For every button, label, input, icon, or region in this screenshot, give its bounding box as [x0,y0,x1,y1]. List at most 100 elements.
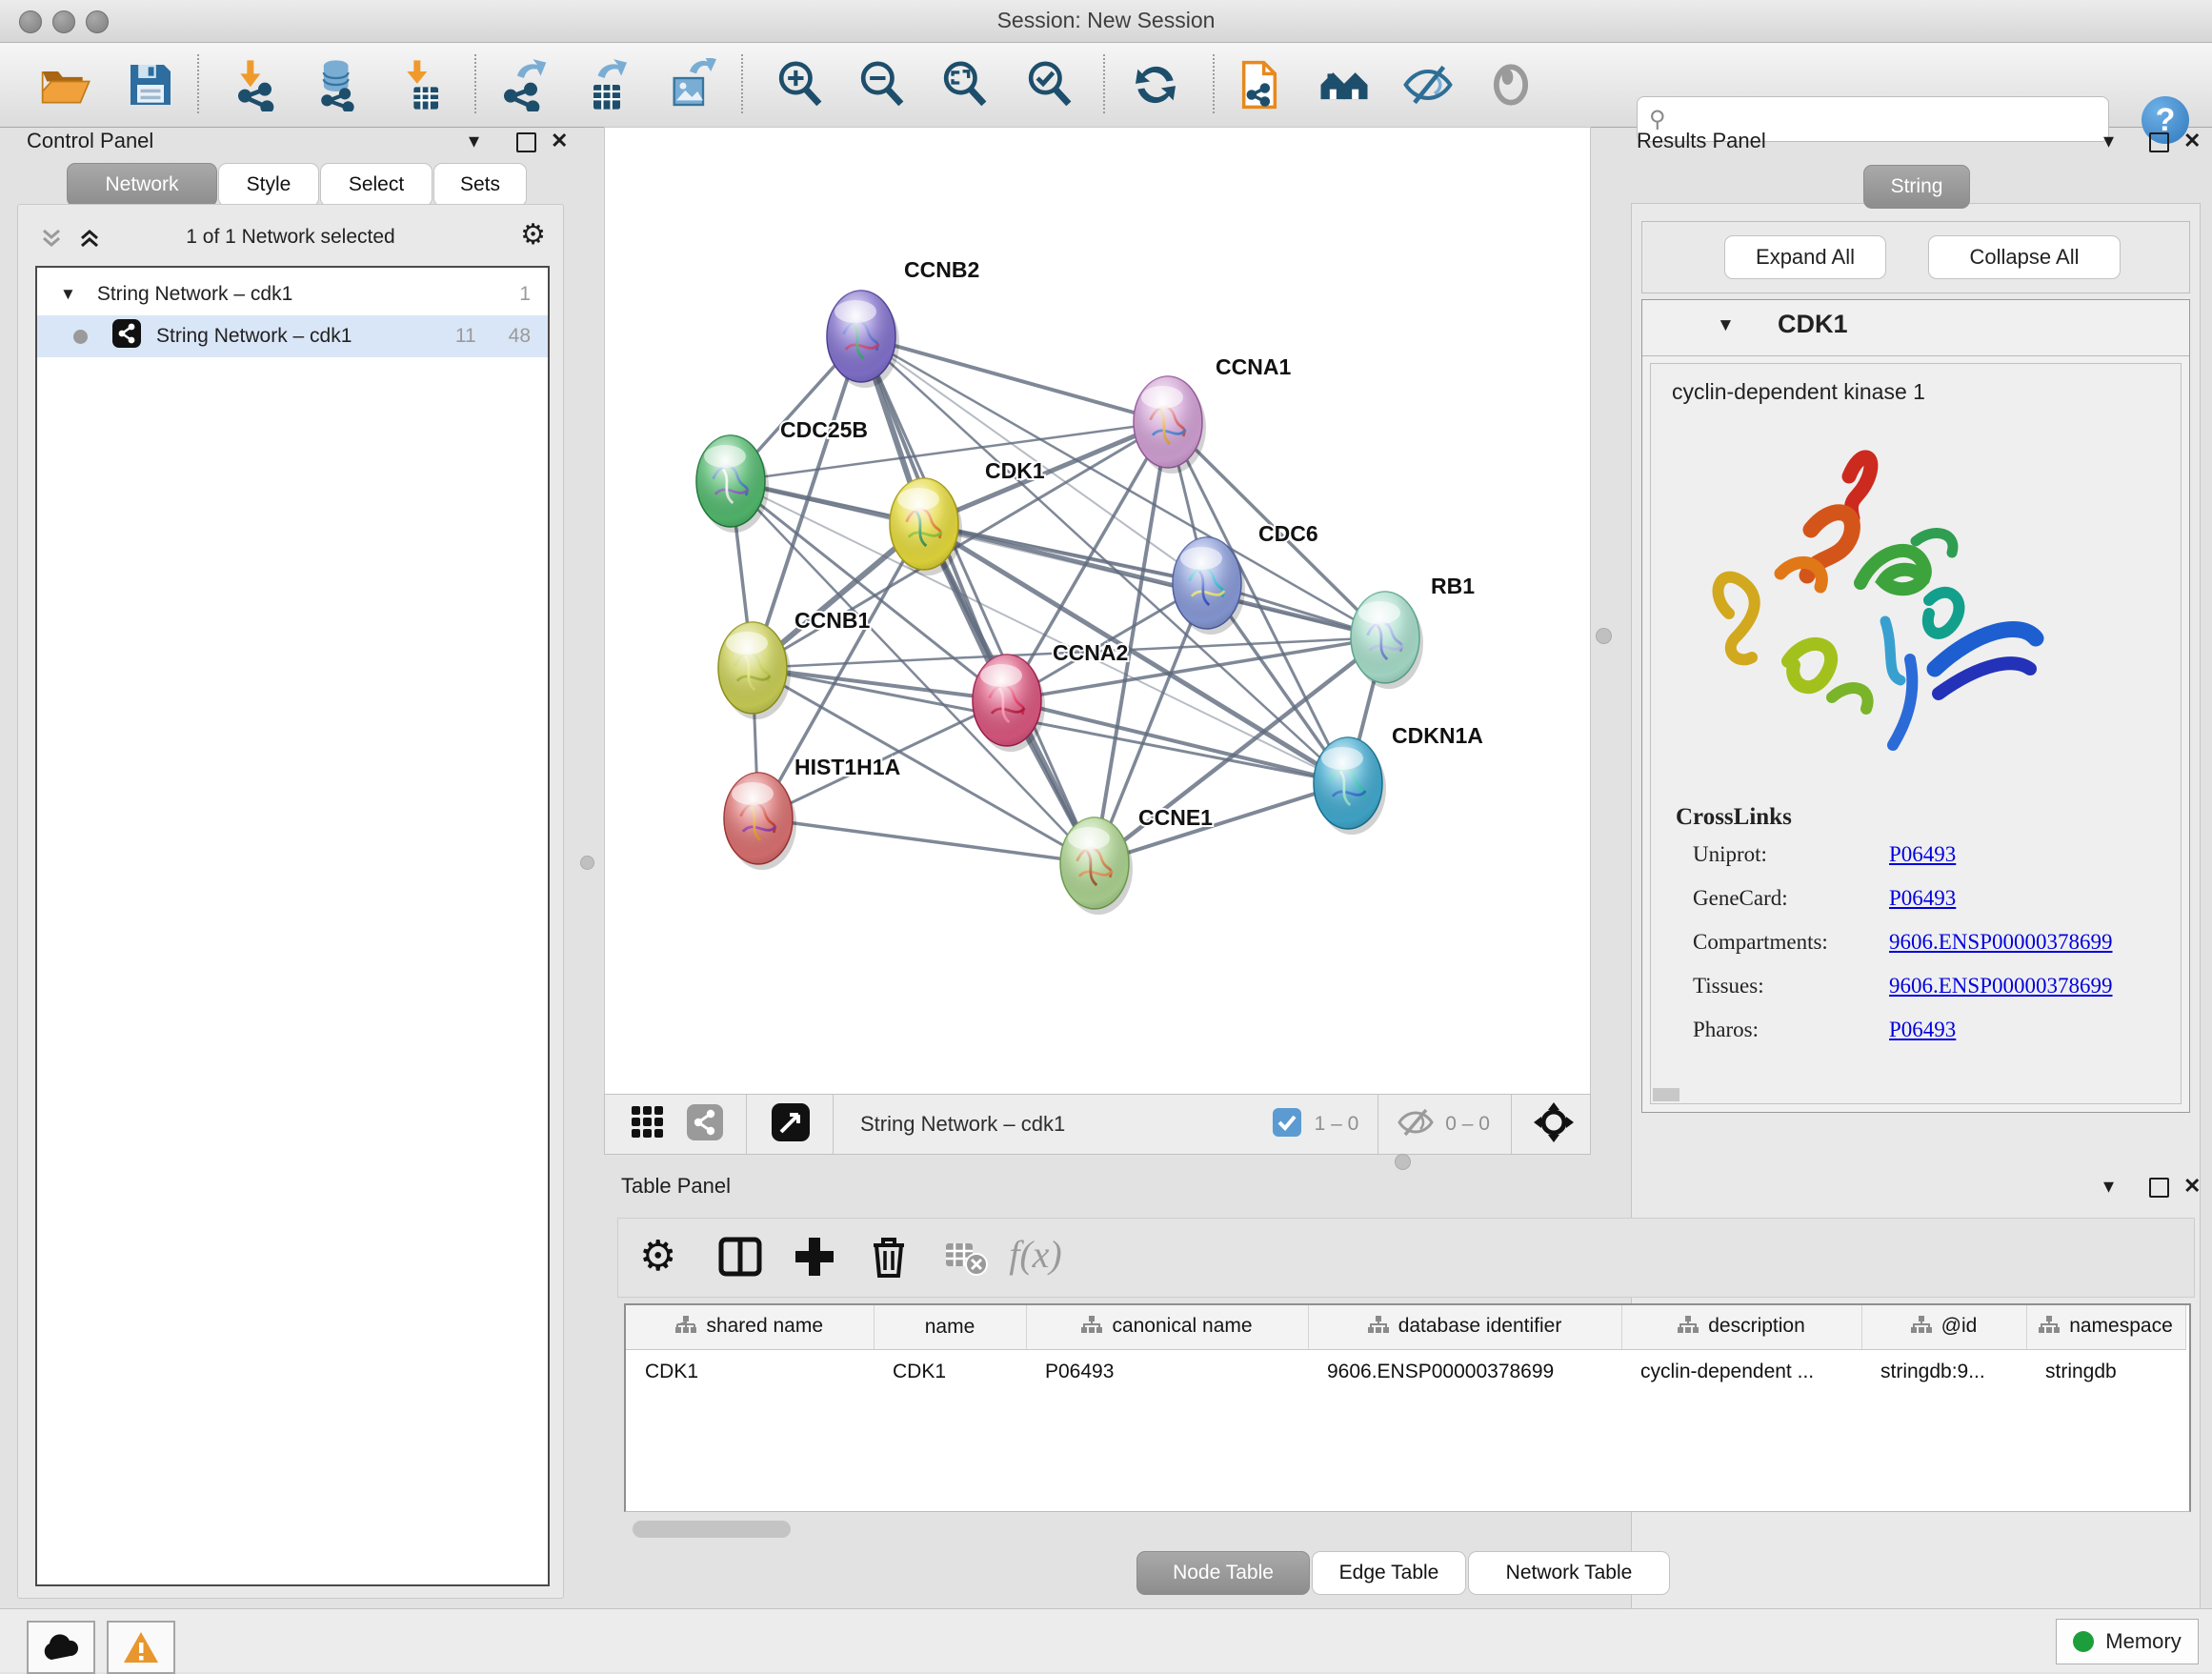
tab-sets[interactable]: Sets [433,163,527,207]
column-header[interactable]: namespace [2026,1305,2185,1350]
cell-id[interactable]: stringdb:9... [1861,1350,2026,1395]
export-network-icon[interactable] [497,58,551,111]
grid-view-icon[interactable] [630,1104,666,1145]
expand-all-button[interactable]: Expand All [1724,235,1886,279]
left-splitter-handle[interactable] [580,856,594,870]
node-CCNE1[interactable] [1060,817,1133,915]
edge-CCNB1-CCNA2[interactable] [753,668,1007,700]
network-canvas[interactable]: CCNB2CCNA1CDC25BCDK1CDC6RB1CCNB1CCNA2CDK… [604,127,1591,1096]
show-columns-icon[interactable] [715,1232,765,1281]
node-CDK1[interactable] [890,478,962,575]
cell-canonical-name[interactable]: P06493 [1026,1350,1308,1395]
tab-network[interactable]: Network [67,163,217,207]
edge-CCNB2-CCNE1[interactable] [861,336,1095,863]
control-panel-float-icon[interactable] [516,132,536,152]
edge-HIST1H1A-CCNE1[interactable] [758,818,1095,863]
network-row[interactable]: String Network – cdk1 11 48 [37,315,548,357]
share-document-icon[interactable] [1233,58,1286,111]
table-row[interactable]: CDK1 CDK1 P06493 9606.ENSP00000378699 cy… [626,1350,2185,1395]
table-panel-close-icon[interactable]: ✕ [2183,1174,2201,1199]
table-options-gear-icon[interactable]: ⚙ [639,1232,689,1281]
zoom-out-icon[interactable] [855,58,909,111]
refresh-icon[interactable] [1129,58,1182,111]
tab-select[interactable]: Select [320,163,432,207]
node-label-CDC25B: CDC25B [780,417,868,442]
column-header[interactable]: shared name [626,1305,874,1350]
results-hscroll-thumb[interactable] [1653,1088,1679,1101]
tab-network-table[interactable]: Network Table [1468,1551,1670,1595]
selected-checkbox-icon[interactable] [1273,1108,1301,1141]
node-CCNB1[interactable] [718,622,791,719]
column-header[interactable]: description [1621,1305,1861,1350]
node-CCNB2[interactable] [827,291,899,388]
column-header[interactable]: name [874,1305,1026,1350]
edge-CDKN1A-CCNE1[interactable] [1095,783,1348,863]
zoom-selected-icon[interactable] [1023,58,1076,111]
table-panel-menu-icon[interactable]: ▾ [2103,1174,2114,1199]
cell-namespace[interactable]: stringdb [2026,1350,2185,1395]
column-header[interactable]: canonical name [1026,1305,1308,1350]
hide-glasses-icon[interactable] [1401,58,1455,111]
network-options-gear-icon[interactable]: ⚙ [520,218,546,252]
node-CCNA2[interactable] [973,655,1045,752]
node-HIST1H1A[interactable] [724,773,796,870]
table-hscroll-thumb[interactable] [633,1521,791,1538]
crosslink-value[interactable]: P06493 [1889,1018,1956,1042]
add-column-icon[interactable] [790,1232,839,1281]
hidden-eye-icon[interactable] [1398,1108,1434,1141]
node-RB1[interactable] [1351,592,1423,689]
save-session-icon[interactable] [124,58,177,111]
import-network-database-icon[interactable] [312,58,365,111]
protein-description: cyclin-dependent kinase 1 [1672,379,1925,405]
tab-style[interactable]: Style [218,163,319,207]
collapse-all-button[interactable]: Collapse All [1928,235,2121,279]
gray-eye-icon[interactable] [1484,58,1538,111]
cell-description[interactable]: cyclin-dependent ... [1621,1350,1861,1395]
table-hscrollbar[interactable] [627,1519,2183,1540]
table-panel-float-icon[interactable] [2149,1178,2169,1198]
collection-row[interactable]: ▼ String Network – cdk1 1 [37,273,548,315]
cell-shared-name[interactable]: CDK1 [626,1350,874,1395]
export-image-icon[interactable] [663,58,716,111]
control-panel-close-icon[interactable]: ✕ [551,129,568,153]
zoom-fit-icon[interactable] [938,58,992,111]
tab-string[interactable]: String [1863,165,1970,209]
results-panel-menu-icon[interactable]: ▾ [2103,129,2114,153]
cloud-button[interactable] [27,1621,95,1674]
delete-table-icon[interactable] [940,1232,990,1281]
import-table-icon[interactable] [398,58,452,111]
tab-node-table[interactable]: Node Table [1136,1551,1310,1595]
results-panel-close-icon[interactable]: ✕ [2183,129,2201,153]
pan-crosshair-icon[interactable] [1533,1101,1575,1148]
function-builder-icon[interactable]: f(x) [993,1232,1078,1281]
node-CCNA1[interactable] [1134,376,1206,474]
string-home-icon[interactable] [1317,58,1371,111]
crosslink-value[interactable]: P06493 [1889,886,1956,911]
protein-collapse-icon[interactable]: ▼ [1717,315,1735,336]
warnings-button[interactable] [107,1621,175,1674]
cell-database-identifier[interactable]: 9606.ENSP00000378699 [1308,1350,1621,1395]
crosslink-value[interactable]: 9606.ENSP00000378699 [1889,930,2113,955]
results-panel-float-icon[interactable] [2149,132,2169,152]
right-splitter-handle[interactable] [1596,628,1612,644]
table-toolbar: ⚙ f(x) [617,1218,2195,1298]
protein-card-header[interactable]: ▼ CDK1 [1642,300,2189,356]
memory-button[interactable]: Memory [2056,1619,2199,1664]
crosslink-label: Pharos: [1693,1018,1759,1042]
zoom-in-icon[interactable] [774,58,827,111]
export-table-icon[interactable] [580,58,633,111]
birds-eye-view-icon[interactable] [772,1103,810,1146]
node-CDKN1A[interactable] [1314,737,1386,835]
network-share-icon[interactable] [687,1104,723,1145]
cell-name[interactable]: CDK1 [874,1350,1026,1395]
tab-edge-table[interactable]: Edge Table [1312,1551,1466,1595]
collection-expand-icon[interactable]: ▼ [60,285,76,304]
import-network-file-icon[interactable] [231,58,285,111]
control-panel-menu-icon[interactable]: ▾ [469,129,479,153]
column-header[interactable]: @id [1861,1305,2026,1350]
crosslink-value[interactable]: 9606.ENSP00000378699 [1889,974,2113,998]
open-session-icon[interactable] [38,58,91,111]
column-header[interactable]: database identifier [1308,1305,1621,1350]
crosslink-value[interactable]: P06493 [1889,842,1956,867]
delete-column-icon[interactable] [864,1232,914,1281]
